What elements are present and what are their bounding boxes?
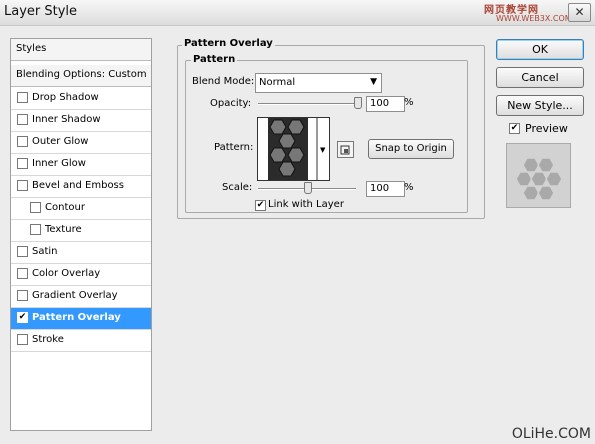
style-item-outer-glow[interactable]: Outer Glow <box>11 132 151 153</box>
snap-to-origin-button[interactable]: Snap to Origin <box>368 139 454 159</box>
svg-text:▼: ▼ <box>320 146 326 154</box>
new-preset-icon <box>340 145 350 155</box>
style-checkbox[interactable] <box>17 158 28 169</box>
style-checkbox[interactable] <box>30 202 41 213</box>
style-checkbox[interactable] <box>17 268 28 279</box>
scale-slider-thumb[interactable] <box>304 182 312 194</box>
style-item-inner-glow[interactable]: Inner Glow <box>11 154 151 175</box>
style-item-drop-shadow[interactable]: Drop Shadow <box>11 88 151 109</box>
opacity-input[interactable]: 100 <box>366 96 405 112</box>
close-icon: ✕ <box>574 5 585 19</box>
style-item-contour[interactable]: Contour <box>11 198 151 219</box>
new-style-label: New Style... <box>507 99 573 112</box>
styles-list: Styles Blending Options: Custom Drop Sha… <box>10 38 152 431</box>
style-item-color-overlay[interactable]: Color Overlay <box>11 264 151 285</box>
style-item-label: Stroke <box>32 334 64 345</box>
opacity-value: 100 <box>370 98 390 109</box>
styles-header[interactable]: Styles <box>11 39 151 61</box>
blending-options-label: Blending Options: Custom <box>16 69 147 80</box>
style-item-satin[interactable]: Satin <box>11 242 151 263</box>
cancel-label: Cancel <box>521 71 559 84</box>
scale-label: Scale: <box>222 182 253 193</box>
opacity-slider-thumb[interactable] <box>354 97 362 109</box>
chevron-down-icon: ▼ <box>370 77 377 87</box>
snap-to-origin-label: Snap to Origin <box>375 143 447 154</box>
style-item-label: Contour <box>45 202 85 213</box>
style-checkbox[interactable] <box>17 136 28 147</box>
pattern-label: Pattern: <box>214 142 254 153</box>
style-item-texture[interactable]: Texture <box>11 220 151 241</box>
style-checkbox[interactable] <box>17 180 28 191</box>
blending-options-item[interactable]: Blending Options: Custom <box>11 65 151 87</box>
opacity-unit: % <box>404 97 414 108</box>
style-item-gradient-overlay[interactable]: Gradient Overlay <box>11 286 151 307</box>
style-item-label: Inner Glow <box>32 158 86 169</box>
style-item-inner-shadow[interactable]: Inner Shadow <box>11 110 151 131</box>
opacity-slider-track[interactable] <box>258 103 358 105</box>
style-checkbox[interactable] <box>17 334 28 345</box>
group-title: Pattern Overlay <box>182 38 275 49</box>
title-bar: Layer Style 网页教学网 WWW.WEB3X.COM ✕ <box>0 0 595 26</box>
opacity-label: Opacity: <box>210 98 252 109</box>
new-style-button[interactable]: New Style... <box>496 95 584 116</box>
style-item-label: Pattern Overlay <box>32 312 121 323</box>
list-divider <box>11 351 151 352</box>
scale-value: 100 <box>370 183 390 194</box>
style-item-label: Gradient Overlay <box>32 290 118 301</box>
checkmark-icon: ✔ <box>256 200 265 210</box>
close-button[interactable]: ✕ <box>568 3 591 22</box>
style-item-stroke[interactable]: Stroke <box>11 330 151 351</box>
style-item-label: Inner Shadow <box>32 114 101 125</box>
watermark-bottom: OLiHe.COM <box>511 426 591 442</box>
style-item-label: Texture <box>45 224 82 235</box>
style-checkbox[interactable] <box>17 92 28 103</box>
style-item-label: Outer Glow <box>32 136 89 147</box>
style-checkbox[interactable] <box>17 246 28 257</box>
checkmark-icon: ✔ <box>18 312 27 322</box>
blend-mode-label: Blend Mode: <box>192 76 255 87</box>
scale-input[interactable]: 100 <box>366 181 405 197</box>
styles-label: Styles <box>16 43 47 54</box>
blend-mode-dropdown[interactable]: Normal ▼ <box>255 73 382 93</box>
style-item-label: Satin <box>32 246 58 257</box>
checkmark-icon: ✔ <box>510 123 519 133</box>
link-with-layer-label: Link with Layer <box>268 199 344 210</box>
link-with-layer-checkbox[interactable]: ✔ <box>255 200 266 211</box>
style-item-bevel-and-emboss[interactable]: Bevel and Emboss <box>11 176 151 197</box>
style-item-pattern-overlay[interactable]: ✔ Pattern Overlay <box>11 308 151 329</box>
window-title: Layer Style <box>4 4 78 19</box>
style-checkbox[interactable] <box>30 224 41 235</box>
preview-checkbox[interactable]: ✔ <box>509 123 520 134</box>
scale-unit: % <box>404 182 414 193</box>
style-preview-thumbnail <box>506 143 571 208</box>
pattern-picker[interactable]: ▼ <box>257 117 330 181</box>
style-item-label: Drop Shadow <box>32 92 99 103</box>
pattern-preview-icon: ▼ <box>258 118 329 180</box>
watermark-sub: WWW.WEB3X.COM <box>496 14 572 23</box>
ok-button[interactable]: OK <box>496 39 584 60</box>
style-item-label: Bevel and Emboss <box>32 180 124 191</box>
subgroup-title: Pattern <box>191 54 238 65</box>
style-checkbox[interactable] <box>17 114 28 125</box>
blend-mode-value: Normal <box>259 77 296 88</box>
style-item-label: Color Overlay <box>32 268 101 279</box>
pattern-thumbnail-icon <box>515 157 563 201</box>
ok-label: OK <box>532 43 548 56</box>
preview-label: Preview <box>525 122 568 135</box>
create-preset-button[interactable] <box>337 141 354 158</box>
cancel-button[interactable]: Cancel <box>496 67 584 88</box>
style-checkbox[interactable]: ✔ <box>17 312 28 323</box>
style-checkbox[interactable] <box>17 290 28 301</box>
